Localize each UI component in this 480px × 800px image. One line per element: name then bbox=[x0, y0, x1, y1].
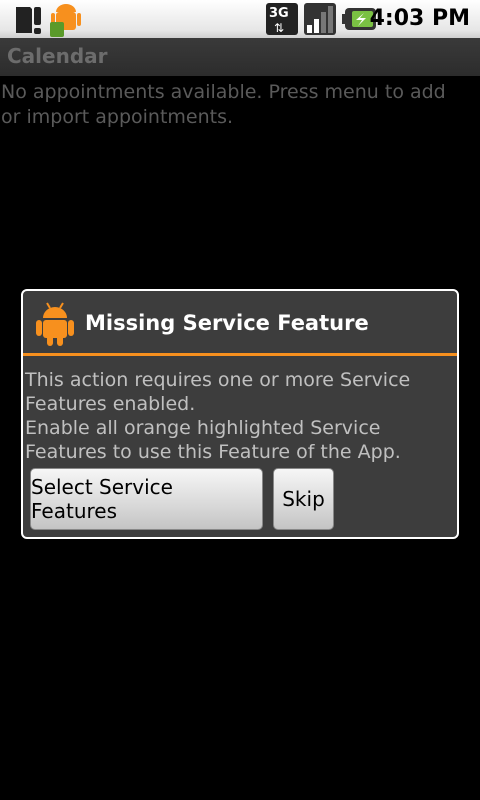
3g-data-icon: 3G⇅ bbox=[266, 3, 298, 35]
android-notification-icon bbox=[50, 4, 81, 37]
svg-text:⇅: ⇅ bbox=[274, 21, 284, 35]
app-title: Calendar bbox=[7, 44, 108, 68]
message-line-2: Enable all orange highlighted Service Fe… bbox=[25, 417, 401, 463]
skip-button[interactable]: Skip bbox=[273, 468, 334, 530]
svg-text:3G: 3G bbox=[269, 6, 289, 21]
status-bar: 3G ⇅ 4:03 PM bbox=[0, 0, 480, 38]
message-line-1: This action requires one or more Service… bbox=[25, 369, 411, 415]
missing-service-feature-dialog: Missing Service Feature This action requ… bbox=[21, 289, 459, 539]
empty-message: No appointments available. Press menu to… bbox=[1, 81, 446, 128]
dialog-message: This action requires one or more Service… bbox=[25, 368, 455, 464]
app-title-bar: Calendar bbox=[0, 38, 480, 76]
dialog-title: Missing Service Feature bbox=[85, 311, 369, 335]
sd-card-warning-icon bbox=[16, 7, 41, 34]
select-service-features-button[interactable]: Select Service Features bbox=[30, 468, 263, 530]
clock: 4:03 PM bbox=[369, 6, 470, 31]
signal-icon bbox=[304, 3, 336, 35]
android-icon bbox=[36, 302, 74, 346]
title-divider bbox=[23, 353, 457, 356]
